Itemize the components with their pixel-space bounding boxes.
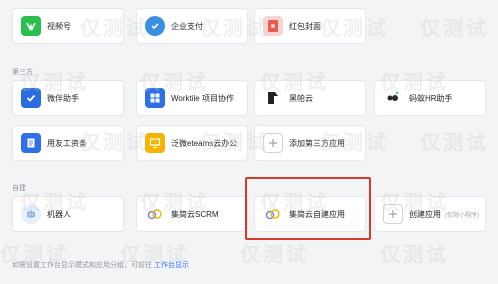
add-third-party-app-button[interactable]: 添加第三方应用	[254, 125, 366, 161]
app-label: 企业支付	[171, 21, 203, 31]
app-card-jijianyun-scrm[interactable]: 集简云SCRM	[136, 196, 248, 232]
app-label: 红包封面	[289, 21, 321, 31]
app-card-weiban[interactable]: 微伴助手	[12, 80, 124, 116]
app-card-video-channel[interactable]: 视频号	[12, 8, 124, 44]
checkmark-icon	[21, 88, 41, 108]
app-card-ant-hr[interactable]: 蚂蚁HR助手	[374, 80, 486, 116]
red-packet-icon	[263, 16, 283, 36]
app-card-heipayun[interactable]: 黑帕云	[254, 80, 366, 116]
app-label: 添加第三方应用	[289, 138, 345, 148]
payment-icon	[145, 16, 165, 36]
create-app-button[interactable]: 创建应用 (仅限小程序)	[374, 196, 486, 232]
app-card-eteams[interactable]: 泛微eteams云办公	[136, 125, 248, 161]
app-label: 用友工资条	[47, 138, 87, 148]
monitor-icon	[145, 133, 165, 153]
ant-icon	[383, 88, 403, 108]
document-icon	[21, 133, 41, 153]
app-label: 集简云SCRM	[171, 209, 219, 219]
plus-icon	[263, 133, 283, 153]
app-label: 黑帕云	[289, 93, 313, 103]
app-label: Worktile 项目协作	[171, 93, 234, 103]
video-channel-icon	[21, 16, 41, 36]
app-card-yonyou-payslip[interactable]: 用友工资条	[12, 125, 124, 161]
app-label: 创建应用	[409, 209, 441, 219]
app-card-enterprise-payment[interactable]: 企业支付	[136, 8, 248, 44]
cloud-icon	[145, 204, 165, 224]
watermark: 仅测试	[420, 18, 489, 40]
robot-icon	[21, 204, 41, 224]
highlight-frame	[245, 177, 371, 240]
watermark: 仅测试	[380, 244, 449, 266]
watermark: 仅测试	[240, 244, 309, 266]
section-label-third-party: 第三方	[12, 69, 33, 76]
app-label: 泛微eteams云办公	[171, 138, 238, 148]
grid-icon	[145, 88, 165, 108]
app-label: 视频号	[47, 21, 71, 31]
plus-icon	[383, 204, 403, 224]
app-card-robot[interactable]: 机器人	[12, 196, 124, 232]
app-card-red-packet-cover[interactable]: 红包封面	[254, 8, 366, 44]
app-label: 微伴助手	[47, 93, 79, 103]
footer-text: 如需设置工作台显示模式和应用分组，可前往	[12, 262, 154, 269]
app-sublabel: (仅限小程序)	[445, 212, 479, 219]
section-label-custom: 自建	[12, 185, 26, 192]
workbench-display-link[interactable]: 工作台显示	[154, 262, 189, 269]
app-label: 蚂蚁HR助手	[409, 93, 453, 103]
black-logo-icon	[263, 88, 283, 108]
app-label: 机器人	[47, 209, 71, 219]
footer-hint: 如需设置工作台显示模式和应用分组，可前往 工作台显示	[12, 260, 189, 270]
app-card-worktile[interactable]: Worktile 项目协作	[136, 80, 248, 116]
watermark: 仅测试	[420, 132, 489, 154]
